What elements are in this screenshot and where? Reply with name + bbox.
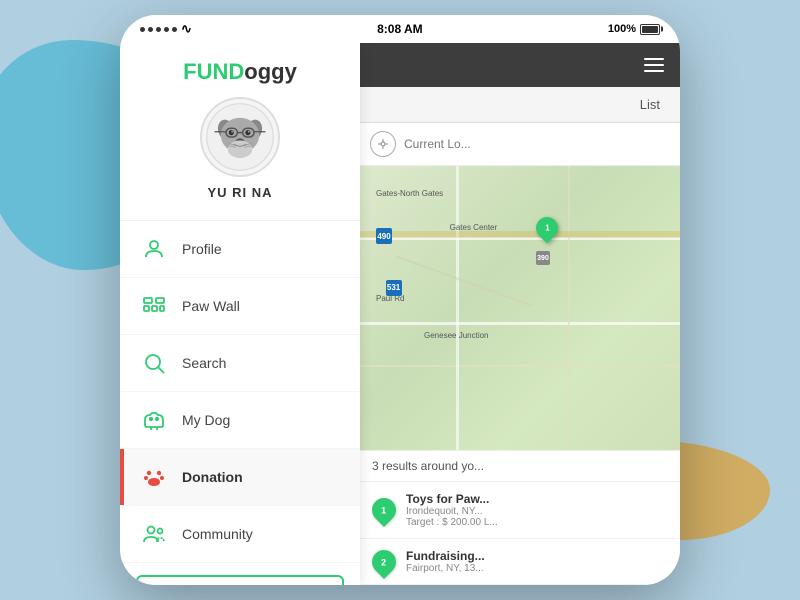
result-title-1: Toys for Paw... [406,492,668,506]
sidebar-item-search[interactable]: Search [120,335,360,392]
signal-dot [140,27,145,32]
community-icon [140,520,168,548]
signal-area: ∿ [140,21,192,37]
signal-dot [172,27,177,32]
title-oggy: oggy [244,59,297,84]
phone-frame: ∿ 8:08 AM 100% FUNDoggy [120,15,680,585]
result-info-1: Toys for Paw... Irondequoit, NY... Targe… [406,492,668,528]
sidebar-header: FUNDoggy [120,43,360,221]
community-label: Community [182,526,253,542]
sidebar-item-my-dog[interactable]: My Dog [120,392,360,449]
hamburger-menu[interactable] [644,58,664,72]
result-pin-number: 2 [381,557,386,567]
pin-number: 1 [545,224,549,233]
results-count: 3 results around yo... [360,451,680,482]
result-location-1: Irondequoit, NY... [406,506,668,517]
paw-icon [140,463,168,491]
app-title: FUNDoggy [120,59,360,85]
nav-list: Profile Paw Wall [120,221,360,563]
panel-header [360,43,680,87]
sidebar-item-donation[interactable]: Donation [120,449,360,506]
title-fund: FUND [183,59,244,84]
search-icon [140,349,168,377]
paw-wall-label: Paw Wall [182,298,240,314]
map-area: Gates-North Gates Gates Center Paul Rd G… [360,166,680,450]
map-road [360,322,680,325]
route-badge: 490 [376,228,392,244]
result-location-2: Fairport, NY, 13... [406,563,668,574]
donation-label: Donation [182,469,243,485]
wifi-icon: ∿ [181,21,192,37]
user-name: YU RI NA [120,185,360,210]
dog-icon [140,406,168,434]
results-panel: 3 results around yo... 1 Toys for Paw...… [360,450,680,585]
battery-area: 100% [608,23,660,35]
map-search-bar: Current Lo... [360,123,680,166]
map-road [568,166,570,450]
wall-icon [140,292,168,320]
sidebar-item-profile[interactable]: Profile [120,221,360,278]
route-badge: 390 [536,251,550,265]
map-label: Gates-North Gates [376,189,443,198]
battery-pct: 100% [608,23,636,35]
avatar [200,97,280,177]
battery-icon [640,24,660,35]
time-display: 8:08 AM [377,22,423,36]
hamburger-line [644,64,664,66]
status-bar: ∿ 8:08 AM 100% [120,15,680,43]
location-icon [377,138,389,150]
result-pin-2: 2 [367,545,401,579]
map-pin-1: 1 [536,217,558,239]
hamburger-line [644,58,664,60]
location-search-text[interactable]: Current Lo... [404,137,471,151]
route-badge: 531 [386,280,402,296]
sidebar: FUNDoggy [120,43,360,585]
right-panel: List Current Lo... [360,43,680,585]
map-label: Gates Center [450,223,498,232]
profile-label: Profile [182,241,222,257]
signal-dot [148,27,153,32]
tab-list[interactable]: List [640,97,660,112]
result-item-2[interactable]: 2 Fundraising... Fairport, NY, 13... [360,539,680,585]
person-icon [140,235,168,263]
result-pin-number: 1 [381,505,386,515]
main-content: FUNDoggy [120,43,680,585]
result-info-2: Fundraising... Fairport, NY, 13... [406,549,668,574]
signal-dot [164,27,169,32]
battery-fill [642,26,658,33]
result-item-1[interactable]: 1 Toys for Paw... Irondequoit, NY... Tar… [360,482,680,539]
result-pin-1: 1 [367,493,401,527]
search-label: Search [182,355,226,371]
signal-dots [140,27,177,32]
map-road [360,365,680,367]
signal-dot [156,27,161,32]
avatar-image [205,102,275,172]
map-label: Genesee Junction [424,331,489,340]
panel-tab-bar: List [360,87,680,123]
my-dog-label: My Dog [182,412,230,428]
result-title-2: Fundraising... [406,549,668,563]
map-road [456,166,459,450]
current-location-button[interactable] [370,131,396,157]
map-route [360,231,680,238]
sidebar-item-paw-wall[interactable]: Paw Wall [120,278,360,335]
result-target-1: Target : $ 200.00 L... [406,517,668,528]
map-bg [360,166,680,450]
logout-button[interactable]: Logout [136,575,344,585]
hamburger-line [644,70,664,72]
sidebar-item-community[interactable]: Community [120,506,360,563]
